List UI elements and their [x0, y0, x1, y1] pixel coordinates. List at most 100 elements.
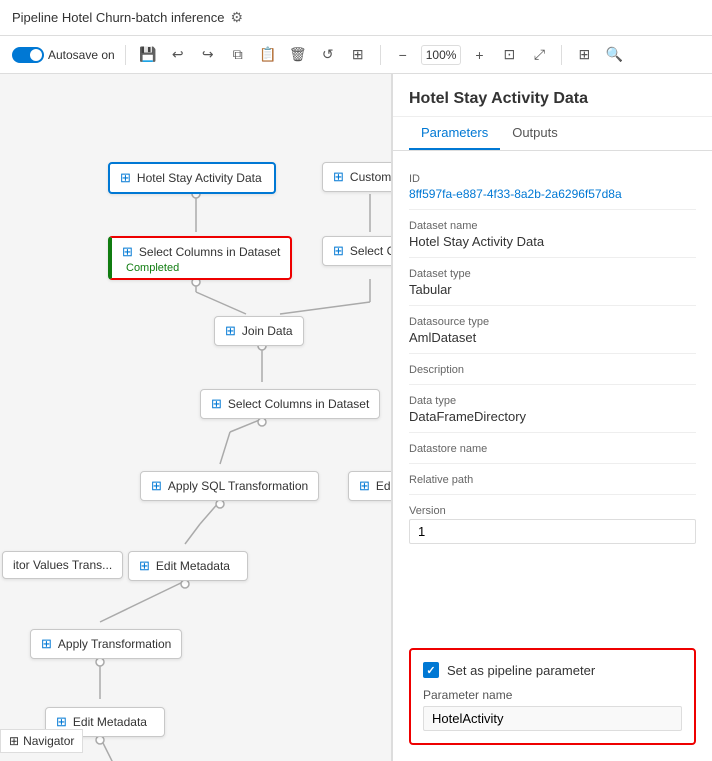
- param-name-label: Parameter name: [423, 688, 682, 702]
- delete-button[interactable]: 🗑: [286, 43, 310, 67]
- zoom-level: 100%: [421, 45, 462, 65]
- toggle-switch[interactable]: [12, 47, 44, 63]
- pipeline-param-checkbox-label: Set as pipeline parameter: [447, 663, 595, 678]
- autosave-label: Autosave on: [48, 48, 115, 62]
- zoom-out-button[interactable]: −: [391, 43, 415, 67]
- completed-label: Completed: [126, 262, 179, 274]
- search-button[interactable]: 🔍: [602, 43, 626, 67]
- divider-2: [409, 257, 696, 258]
- fullscreen-button[interactable]: ⤢: [527, 43, 551, 67]
- save-button[interactable]: 💾: [136, 43, 160, 67]
- copy-button[interactable]: ⧉: [226, 43, 250, 67]
- node-select-cols-1-label: Select Columns in Dataset: [139, 245, 280, 259]
- refresh-button[interactable]: ↺: [316, 43, 340, 67]
- datasource-type-value: AmlDataset: [409, 330, 696, 345]
- edit-icon-1: ⊞: [359, 478, 370, 494]
- node-apply-sql-label: Apply SQL Transformation: [168, 479, 308, 493]
- node-apply-sql[interactable]: ⊞ Apply SQL Transformation: [140, 471, 319, 501]
- node-edit-m-label: Edit M...: [376, 479, 392, 493]
- node-join-label: Join Data: [242, 324, 293, 338]
- edit-icon-3: ⊞: [56, 714, 67, 730]
- tab-outputs[interactable]: Outputs: [500, 117, 570, 150]
- version-label: Version: [409, 505, 696, 517]
- canvas-area[interactable]: ⊞ Hotel Stay Activity Data ⊞ Customer Da…: [0, 74, 392, 761]
- module-icon[interactable]: ⊞: [572, 43, 596, 67]
- dataset-icon: ⊞: [120, 170, 131, 186]
- node-hotel-stay[interactable]: ⊞ Hotel Stay Activity Data: [108, 162, 276, 194]
- gear-icon[interactable]: ⚙: [230, 9, 243, 26]
- title-bar: Pipeline Hotel Churn-batch inference ⚙: [0, 0, 712, 36]
- divider-5: [409, 384, 696, 385]
- pipeline-param-checkbox[interactable]: [423, 662, 439, 678]
- navigator-icon: ⊞: [9, 734, 19, 748]
- toolbar-separator-1: [125, 45, 126, 65]
- node-apply-transform-label: Apply Transformation: [58, 637, 171, 651]
- node-itor-values[interactable]: itor Values Trans...: [2, 551, 123, 579]
- pipeline-param-section: Set as pipeline parameter Parameter name: [409, 648, 696, 745]
- node-select-cols-2-label: Select Colum...: [350, 244, 392, 258]
- panel-tabs: Parameters Outputs: [393, 117, 712, 151]
- sql-icon: ⊞: [151, 478, 162, 494]
- undo-button[interactable]: ↩: [166, 43, 190, 67]
- node-select-cols-2[interactable]: ⊞ Select Colum...: [322, 236, 392, 266]
- divider-6: [409, 432, 696, 433]
- dataset-type-label: Dataset type: [409, 268, 696, 280]
- datastore-name-label: Datastore name: [409, 443, 696, 455]
- divider-8: [409, 494, 696, 495]
- main-layout: ⊞ Hotel Stay Activity Data ⊞ Customer Da…: [0, 74, 712, 761]
- join-icon: ⊞: [225, 323, 236, 339]
- toolbar-separator-2: [380, 45, 381, 65]
- view-button[interactable]: ⊞: [346, 43, 370, 67]
- node-apply-transform[interactable]: ⊞ Apply Transformation: [30, 629, 182, 659]
- tab-parameters[interactable]: Parameters: [409, 117, 500, 150]
- right-panel: Hotel Stay Activity Data Parameters Outp…: [392, 74, 712, 761]
- toolbar: Autosave on 💾 ↩ ↪ ⧉ 📋 🗑 ↺ ⊞ − 100% + ⊡ ⤢…: [0, 36, 712, 74]
- node-select-cols-1[interactable]: ⊞ Select Columns in Dataset Completed: [108, 236, 292, 280]
- node-itor-label: itor Values Trans...: [13, 558, 112, 572]
- dataset-name-value: Hotel Stay Activity Data: [409, 234, 696, 249]
- node-select-cols-3-label: Select Columns in Dataset: [228, 397, 369, 411]
- node-edit-metadata-2-label: Edit Metadata: [73, 715, 147, 729]
- dataset-name-label: Dataset name: [409, 220, 696, 232]
- node-edit-metadata-1[interactable]: ⊞ Edit Metadata: [128, 551, 248, 581]
- panel-title: Hotel Stay Activity Data: [393, 74, 712, 117]
- description-label: Description: [409, 364, 696, 376]
- toolbar-separator-3: [561, 45, 562, 65]
- dataset-type-value: Tabular: [409, 282, 696, 297]
- transform-icon-1: ⊞: [122, 244, 133, 260]
- autosave-toggle[interactable]: Autosave on: [12, 47, 115, 63]
- pipeline-param-checkbox-row[interactable]: Set as pipeline parameter: [423, 662, 682, 678]
- id-label: ID: [409, 173, 696, 185]
- transform-icon-2: ⊞: [333, 243, 344, 259]
- datasource-type-label: Datasource type: [409, 316, 696, 328]
- edit-icon-2: ⊞: [139, 558, 150, 574]
- data-type-value: DataFrameDirectory: [409, 409, 696, 424]
- divider-4: [409, 353, 696, 354]
- transform-icon-3: ⊞: [211, 396, 222, 412]
- node-join-data[interactable]: ⊞ Join Data: [214, 316, 304, 346]
- panel-body: ID 8ff597fa-e887-4f33-8a2b-2a6296f57d8a …: [393, 151, 712, 632]
- navigator-button[interactable]: ⊞ Navigator: [0, 729, 83, 753]
- node-edit-m[interactable]: ⊞ Edit M...: [348, 471, 392, 501]
- transform-icon-4: ⊞: [41, 636, 52, 652]
- param-name-input[interactable]: [423, 706, 682, 731]
- node-customer-label: Customer Da...: [350, 170, 392, 184]
- navigator-label: Navigator: [23, 734, 74, 748]
- version-input[interactable]: [409, 519, 696, 544]
- page-title: Pipeline Hotel Churn-batch inference: [12, 10, 224, 25]
- node-hotel-stay-label: Hotel Stay Activity Data: [137, 171, 262, 185]
- node-customer-data[interactable]: ⊞ Customer Da...: [322, 162, 392, 192]
- fit-view-button[interactable]: ⊡: [497, 43, 521, 67]
- divider-7: [409, 463, 696, 464]
- zoom-in-button[interactable]: +: [467, 43, 491, 67]
- data-type-label: Data type: [409, 395, 696, 407]
- redo-button[interactable]: ↪: [196, 43, 220, 67]
- relative-path-label: Relative path: [409, 474, 696, 486]
- divider-1: [409, 209, 696, 210]
- paste-button[interactable]: 📋: [256, 43, 280, 67]
- node-edit-metadata-1-label: Edit Metadata: [156, 559, 230, 573]
- node-select-cols-3[interactable]: ⊞ Select Columns in Dataset: [200, 389, 380, 419]
- divider-3: [409, 305, 696, 306]
- dataset-icon-2: ⊞: [333, 169, 344, 185]
- id-value: 8ff597fa-e887-4f33-8a2b-2a6296f57d8a: [409, 187, 696, 201]
